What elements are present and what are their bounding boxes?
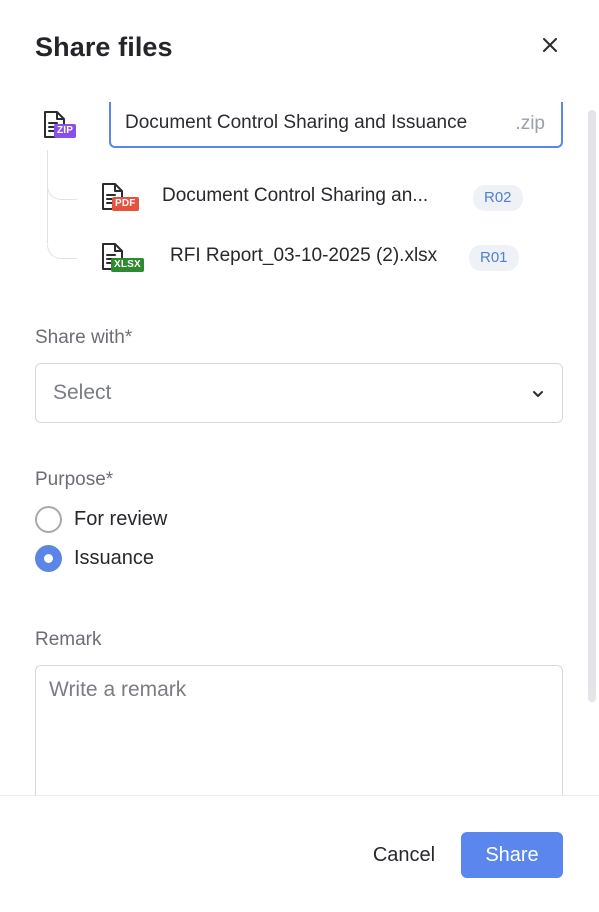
chevron-down-icon <box>533 391 543 397</box>
close-icon <box>543 38 557 52</box>
xlsx-badge: XLSX <box>111 258 144 272</box>
remark-label: Remark <box>35 629 102 650</box>
xlsx-file-icon: XLSX <box>98 242 150 276</box>
zip-file-icon: ZIP <box>40 110 92 144</box>
share-button[interactable]: Share <box>461 832 563 878</box>
remark-input[interactable] <box>49 678 549 798</box>
zip-name-field[interactable]: .zip <box>109 102 563 148</box>
tree-connector <box>47 186 77 200</box>
scrollbar-thumb[interactable] <box>588 110 596 702</box>
zip-badge: ZIP <box>54 124 77 138</box>
share-with-label: Share with* <box>35 327 133 348</box>
tree-connector <box>47 198 48 244</box>
revision-badge: R01 <box>469 245 519 271</box>
share-with-value: Select <box>53 381 112 404</box>
radio-issuance[interactable]: Issuance <box>35 544 154 572</box>
pdf-badge: PDF <box>112 197 139 211</box>
radio-for-review[interactable]: For review <box>35 505 167 533</box>
pdf-file-icon: PDF <box>98 182 150 216</box>
zip-extension: .zip <box>515 113 545 134</box>
file-name: RFI Report_03-10-2025 (2).xlsx <box>170 245 438 266</box>
close-button[interactable] <box>538 33 562 57</box>
file-name: Document Control Sharing an... <box>162 185 429 206</box>
dialog-footer: Cancel Share <box>0 795 599 912</box>
radio-label: Issuance <box>74 546 155 569</box>
zip-name-input[interactable] <box>125 112 487 134</box>
share-files-dialog: Share files ZIP .zip PDF Document Contro… <box>0 0 599 912</box>
revision-badge: R02 <box>473 185 523 211</box>
remark-field[interactable] <box>35 665 563 815</box>
dialog-title: Share files <box>35 32 173 62</box>
radio-button[interactable] <box>35 544 62 572</box>
share-with-select[interactable]: Select <box>35 363 563 423</box>
radio-button[interactable] <box>35 505 62 533</box>
purpose-label: Purpose* <box>35 469 114 490</box>
radio-label: For review <box>74 507 168 530</box>
cancel-button[interactable]: Cancel <box>358 832 450 878</box>
tree-connector <box>47 245 77 259</box>
